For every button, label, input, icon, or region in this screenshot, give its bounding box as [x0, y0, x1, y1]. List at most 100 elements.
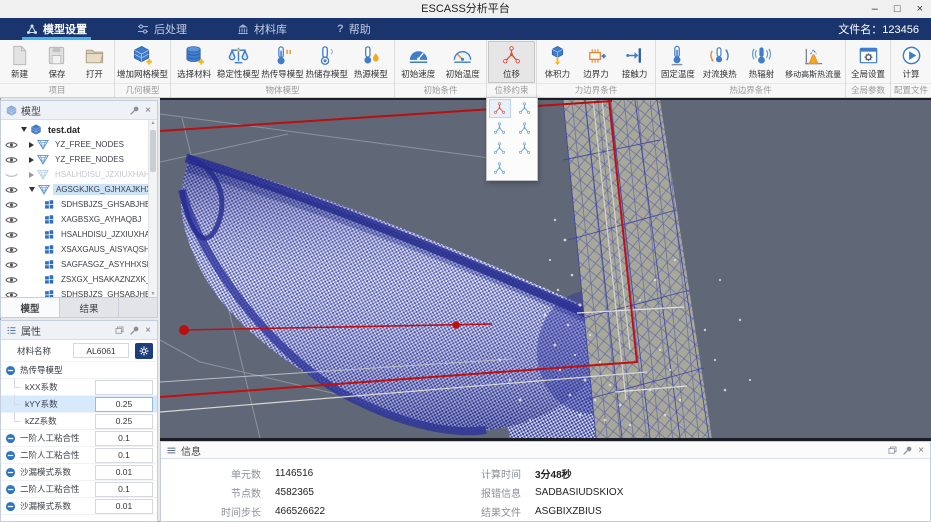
eye-icon[interactable] — [5, 140, 18, 150]
eye-icon[interactable] — [5, 260, 18, 270]
tree-item[interactable]: YZ_FREE_NODES — [1, 137, 157, 152]
expand-arrow-icon[interactable] — [29, 142, 34, 148]
tree-root-item[interactable]: test.dat — [1, 122, 157, 137]
toolbar-group-body-model: 选择材料 稳定性模型 热传导模型 热储存模型 热源模型 物体模型 — [171, 40, 395, 97]
displacement-option[interactable] — [514, 99, 536, 118]
minimize-button[interactable]: – — [872, 0, 878, 18]
expand-arrow-icon[interactable] — [29, 172, 34, 178]
second-order-viscosity-input[interactable] — [95, 448, 153, 463]
post-processing-icon — [137, 23, 149, 35]
tab-model[interactable]: 模型 — [1, 298, 60, 317]
thermal-radiation-button[interactable]: 热辐射 — [741, 41, 783, 83]
eye-icon[interactable] — [5, 215, 18, 225]
eye-icon[interactable] — [5, 290, 18, 298]
collapse-minus-icon[interactable] — [5, 433, 16, 444]
hourglass-coefficient-input[interactable] — [95, 465, 153, 480]
tripod-red-icon — [492, 101, 507, 116]
maximize-button[interactable]: □ — [894, 0, 901, 18]
fixed-temperature-button[interactable]: 固定温度 — [657, 41, 699, 83]
tripod-blue-icon — [517, 101, 532, 116]
contact-force-button[interactable]: 接触力 — [615, 41, 654, 83]
collapse-minus-icon[interactable] — [5, 467, 16, 478]
material-settings-button[interactable] — [135, 343, 153, 359]
tab-help[interactable]: ? 帮助 — [325, 18, 383, 40]
tab-material-library[interactable]: 材料库 — [225, 18, 299, 40]
global-settings-button[interactable]: 全局设置 — [847, 41, 889, 83]
tab-results[interactable]: 结果 — [60, 298, 119, 317]
group-label-global-params: 全局参数 — [846, 83, 890, 97]
save-button[interactable]: 保存 — [38, 41, 75, 83]
moving-gauss-heat-flux-button[interactable]: 移动高斯热流量 — [782, 41, 844, 83]
initial-velocity-button[interactable]: 初始速度 — [396, 41, 441, 83]
displacement-option[interactable] — [514, 119, 536, 138]
convection-button[interactable]: 对流换热 — [699, 41, 741, 83]
restore-icon[interactable] — [887, 445, 898, 456]
close-panel-icon[interactable]: × — [144, 325, 152, 336]
viewport-3d[interactable] — [160, 98, 931, 441]
tree-item[interactable]: XSAXGAUS_AISYAQSH_ASHX — [1, 242, 157, 257]
scrollbar-thumb[interactable] — [150, 130, 156, 172]
collapse-minus-icon[interactable] — [5, 365, 16, 376]
eye-icon[interactable] — [5, 200, 18, 210]
pin-icon[interactable] — [129, 325, 140, 336]
hourglass-coefficient-input[interactable] — [95, 499, 153, 514]
kxx-input[interactable] — [95, 380, 153, 395]
tree-item[interactable]: SAGFASGZ_ASYHHXSN — [1, 257, 157, 272]
select-material-button[interactable]: 选择材料 — [172, 41, 216, 83]
first-order-viscosity-input[interactable] — [95, 431, 153, 446]
collapse-arrow-icon[interactable] — [29, 187, 35, 192]
heat-conduction-model-button[interactable]: 热传导模型 — [260, 41, 304, 83]
tree-item[interactable]: HSALHDISU_JZXIUXHAHX — [1, 227, 157, 242]
collapse-minus-icon[interactable] — [5, 450, 16, 461]
heat-conduction-section-row[interactable]: 热传导模型 — [1, 362, 157, 379]
boundary-force-button[interactable]: 边界力 — [577, 41, 616, 83]
eye-closed-icon[interactable] — [5, 170, 18, 180]
close-panel-icon[interactable]: × — [917, 445, 925, 456]
second-order-viscosity-input[interactable] — [95, 482, 153, 497]
stability-model-button[interactable]: 稳定性模型 — [216, 41, 260, 83]
new-button[interactable]: 新建 — [1, 41, 38, 83]
tree-item[interactable]: XAGBSXG_AYHAQBJ — [1, 212, 157, 227]
body-force-button[interactable]: 体积力 — [538, 41, 577, 83]
open-button[interactable]: 打开 — [76, 41, 113, 83]
heat-source-model-button[interactable]: 热源模型 — [349, 41, 393, 83]
heat-storage-model-button[interactable]: 热储存模型 — [305, 41, 349, 83]
tree-item[interactable]: ZSXGX_HSAKAZNZXK_AMASX — [1, 272, 157, 287]
tree-item[interactable]: SDHSBJZS_GHSABJHB_ZAHU — [1, 287, 157, 297]
add-mesh-model-button[interactable]: 增加网格模型 — [116, 41, 169, 83]
close-panel-icon[interactable]: × — [144, 105, 152, 116]
tree-item[interactable]: YZ_FREE_NODES — [1, 152, 157, 167]
tab-post-processing[interactable]: 后处理 — [125, 18, 199, 40]
eye-icon[interactable] — [5, 155, 18, 165]
collapse-minus-icon[interactable] — [5, 484, 16, 495]
restore-icon[interactable] — [114, 325, 125, 336]
pin-icon[interactable] — [129, 105, 140, 116]
tree-item-selected[interactable]: AGSGKJKG_GJHXAJKHXA — [1, 182, 157, 197]
displacement-option[interactable] — [489, 159, 511, 178]
eye-icon[interactable] — [5, 185, 18, 195]
tree-scrollbar[interactable]: ▲▼ — [148, 120, 157, 297]
close-button[interactable]: × — [917, 0, 923, 18]
displacement-option[interactable] — [514, 139, 536, 158]
material-name-input[interactable] — [73, 343, 129, 358]
expand-arrow-icon[interactable] — [29, 157, 34, 163]
tree-item[interactable]: SDHSBJZS_GHSABJHB_ZAHU — [1, 197, 157, 212]
displacement-option-selected[interactable] — [489, 99, 511, 118]
collapse-minus-icon[interactable] — [5, 501, 16, 512]
kzz-input[interactable] — [95, 414, 153, 429]
displacement-option[interactable] — [489, 119, 511, 138]
eye-icon[interactable] — [5, 230, 18, 240]
tree-item-hidden[interactable]: HSALHDISU_JZXIUXHAHX — [1, 167, 157, 182]
displacement-option[interactable] — [489, 139, 511, 158]
component-pins-icon — [585, 44, 608, 67]
model-panel-tabs: 模型 结果 — [1, 297, 157, 317]
collapse-arrow-icon[interactable] — [21, 127, 27, 132]
kyy-input[interactable] — [95, 397, 153, 412]
eye-icon[interactable] — [5, 245, 18, 255]
pin-icon[interactable] — [902, 445, 913, 456]
displacement-button[interactable]: 位移 — [488, 41, 535, 83]
initial-temperature-button[interactable]: 初始温度 — [441, 41, 486, 83]
compute-button[interactable]: 计算 — [892, 41, 930, 83]
eye-icon[interactable] — [5, 275, 18, 285]
tab-model-settings[interactable]: 模型设置 — [14, 18, 99, 40]
